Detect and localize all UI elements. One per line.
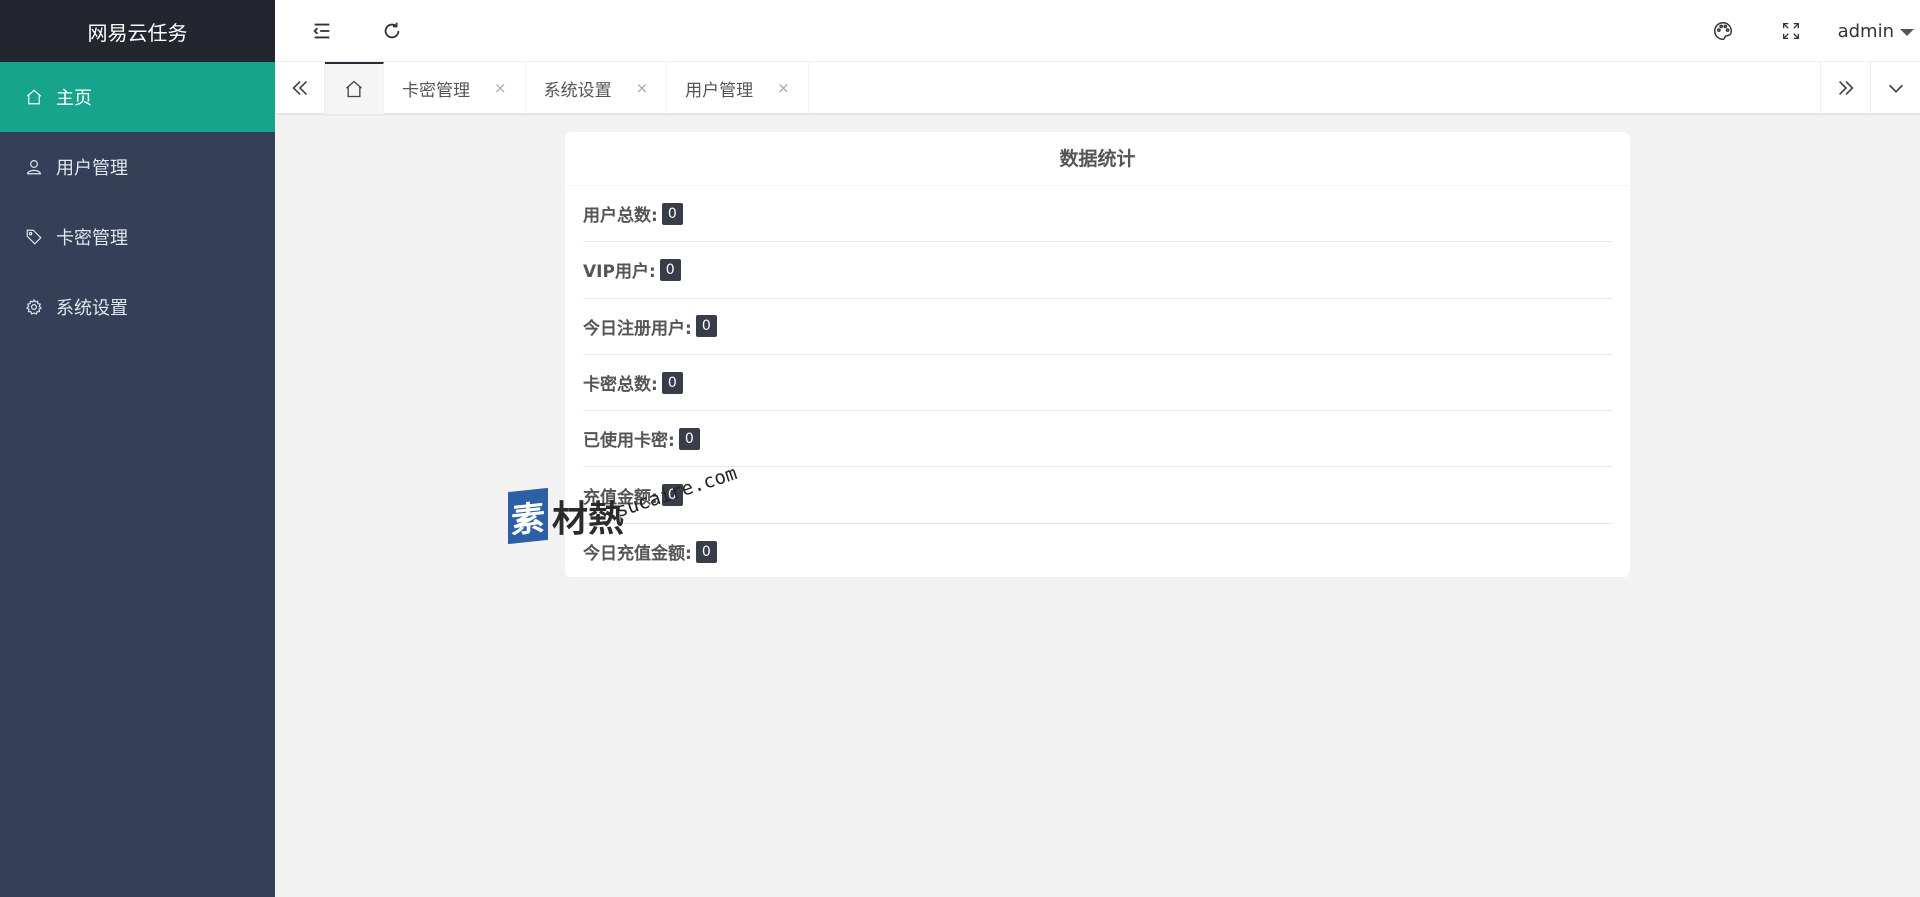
stat-label: 今日充值金额: xyxy=(583,544,692,565)
tabs: 卡密管理 × 系统设置 × 用户管理 × xyxy=(325,62,809,114)
stat-label: 用户总数: xyxy=(583,206,658,227)
palette-icon xyxy=(1714,22,1732,40)
stat-row-total-users: 用户总数: 0 xyxy=(583,186,1612,243)
tabs-scroll-right-button[interactable] xyxy=(1820,62,1870,114)
sidebar-item-label: 用户管理 xyxy=(56,158,128,179)
tab-bar: 卡密管理 × 系统设置 × 用户管理 × xyxy=(275,62,1920,114)
double-chevron-right-icon xyxy=(1838,80,1854,96)
sidebar-item-home[interactable]: 主页 xyxy=(0,62,275,132)
top-header: admin xyxy=(275,0,1920,62)
tab-label: 系统设置 xyxy=(543,80,612,101)
stats-card: 数据统计 用户总数: 0 VIP用户: 0 今日注册用户: 0 卡密总数: 0 … xyxy=(565,132,1630,577)
user-menu[interactable]: admin xyxy=(1838,0,1914,62)
stat-label: 今日注册用户: xyxy=(583,318,692,339)
stat-value-badge: 0 xyxy=(661,202,683,225)
stat-label: 已使用卡密: xyxy=(583,431,675,452)
tab-label: 卡密管理 xyxy=(402,80,470,101)
sidebar-item-cards[interactable]: 卡密管理 xyxy=(0,202,275,272)
tab-label: 用户管理 xyxy=(685,80,754,101)
refresh-icon xyxy=(384,22,400,39)
app-title: 网易云任务 xyxy=(0,0,275,62)
menu-collapse-button[interactable] xyxy=(297,0,347,62)
sidebar-item-label: 主页 xyxy=(56,88,92,109)
user-icon xyxy=(24,157,44,177)
stat-row-today-recharge: 今日充值金额: 0 xyxy=(583,524,1612,580)
stat-value-badge: 0 xyxy=(659,258,681,281)
stat-value-badge: 0 xyxy=(695,315,717,338)
sidebar-item-label: 卡密管理 xyxy=(56,228,128,249)
sidebar-item-settings[interactable]: 系统设置 xyxy=(0,272,275,342)
watermark-box: 素 xyxy=(508,487,548,545)
tab-settings[interactable]: 系统设置 × xyxy=(526,62,668,114)
home-icon xyxy=(346,80,362,98)
tab-users[interactable]: 用户管理 × xyxy=(667,62,809,114)
stat-row-vip-users: VIP用户: 0 xyxy=(583,242,1612,299)
gear-icon xyxy=(24,297,44,317)
close-icon[interactable]: × xyxy=(777,79,790,97)
watermark-text: 材熱 xyxy=(552,499,625,540)
tabs-menu-button[interactable] xyxy=(1870,62,1920,114)
stat-value-badge: 0 xyxy=(661,371,683,394)
stat-row-total-cards: 卡密总数: 0 xyxy=(583,355,1612,412)
home-icon xyxy=(24,87,44,107)
stat-label: VIP用户: xyxy=(583,262,656,283)
watermark-logo: 素 材熱 xyxy=(508,487,625,545)
stat-value-badge: 0 xyxy=(695,540,717,563)
close-icon[interactable]: × xyxy=(494,79,507,97)
chevron-down-icon xyxy=(1900,28,1914,36)
tag-icon xyxy=(24,227,44,247)
refresh-button[interactable] xyxy=(367,0,417,62)
double-chevron-left-icon xyxy=(291,80,307,96)
stat-label: 卡密总数: xyxy=(583,375,658,396)
stat-row-today-registrations: 今日注册用户: 0 xyxy=(583,299,1612,355)
fullscreen-icon xyxy=(1783,23,1799,39)
chevron-down-icon xyxy=(1888,84,1903,93)
sidebar-item-users[interactable]: 用户管理 xyxy=(0,132,275,202)
fullscreen-button[interactable] xyxy=(1766,0,1816,62)
tab-cards[interactable]: 卡密管理 × xyxy=(384,62,526,114)
sidebar: 网易云任务 主页 用户管理 卡密管理 系统设置 xyxy=(0,0,275,897)
stat-value-badge: 0 xyxy=(678,427,700,450)
tabs-scroll-left-button[interactable] xyxy=(275,62,325,114)
theme-button[interactable] xyxy=(1698,0,1748,62)
menu-collapse-icon xyxy=(313,23,330,39)
card-title: 数据统计 xyxy=(565,132,1630,186)
user-name: admin xyxy=(1837,20,1894,42)
stat-row-used-cards: 已使用卡密: 0 xyxy=(583,411,1612,468)
tab-home[interactable] xyxy=(325,62,384,114)
close-icon[interactable]: × xyxy=(636,79,649,97)
sidebar-item-label: 系统设置 xyxy=(56,298,128,319)
